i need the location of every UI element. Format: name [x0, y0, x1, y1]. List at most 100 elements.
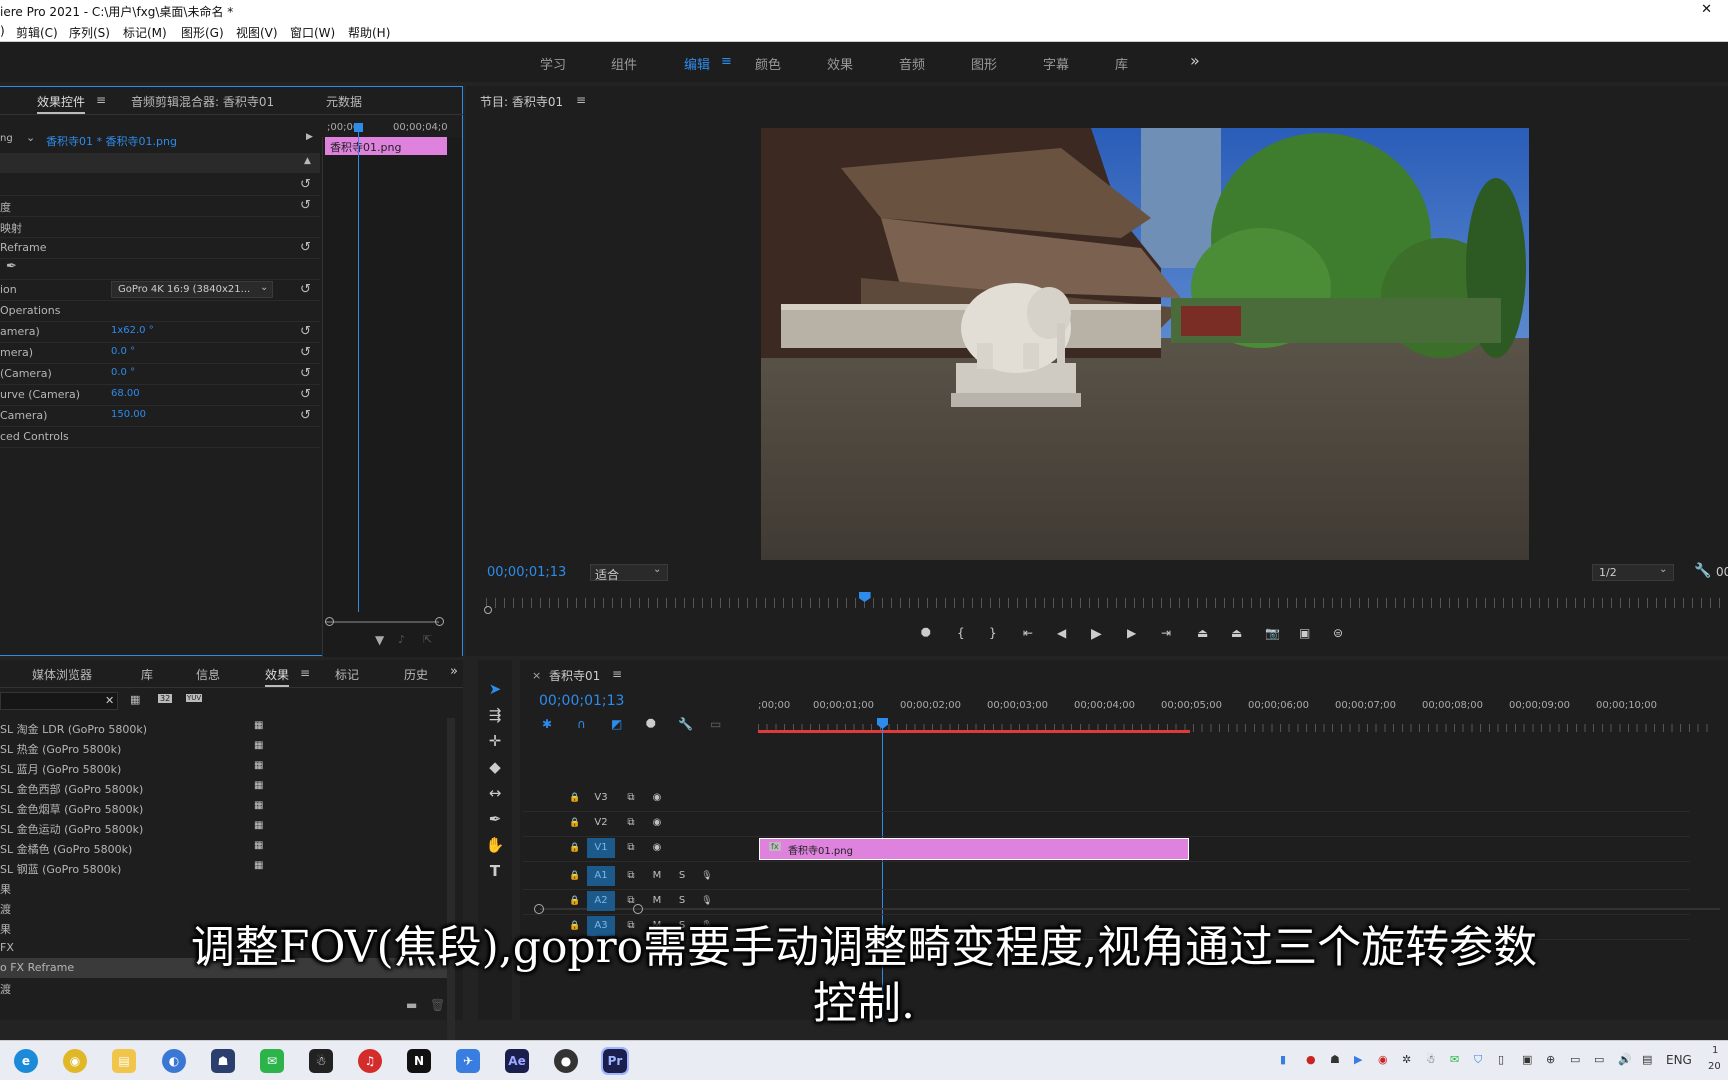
lock-icon[interactable]: 🔒 — [565, 866, 585, 886]
track-label[interactable]: V1 — [587, 838, 615, 858]
reset-icon[interactable]: ↺ — [300, 198, 311, 213]
snap-icon[interactable]: ∩ — [577, 717, 586, 731]
reset-icon[interactable]: ↺ — [300, 282, 311, 297]
fit-dropdown[interactable]: 适合 ⌄ — [590, 564, 668, 582]
camera-preset-dropdown[interactable]: GoPro 4K 16:9 (3840x21... ⌄ — [111, 281, 273, 298]
effect-property-row[interactable]: 度 ↺ — [0, 196, 320, 217]
captions-icon[interactable]: ▭ — [710, 717, 721, 731]
reset-icon[interactable]: ↺ — [300, 366, 311, 381]
tray-icon[interactable]: ▶ — [1354, 1053, 1362, 1066]
menu-view[interactable]: 视图(V) — [236, 24, 278, 41]
menu-help[interactable]: 帮助(H) — [348, 24, 390, 41]
type-tool-icon[interactable]: T — [484, 860, 506, 882]
timeline-timecode[interactable]: 00;00;01;13 — [539, 693, 624, 709]
reset-icon[interactable]: ↺ — [300, 324, 311, 339]
effects-list-item[interactable]: SL 金色烟草 (GoPro 5800k) ▦ — [0, 798, 450, 818]
nest-sequence-icon[interactable]: ✱ — [542, 717, 552, 731]
display-icon[interactable]: ▭ — [1570, 1053, 1580, 1066]
security-icon[interactable]: ⊕ — [1546, 1053, 1555, 1066]
mute-button[interactable]: M — [647, 891, 667, 911]
effects-list-item[interactable]: SL 热金 (GoPro 5800k) ▦ — [0, 738, 450, 758]
program-timecode[interactable]: 00;00;01;13 — [487, 565, 566, 580]
microphone-icon[interactable]: 🎙 — [697, 891, 717, 911]
effect-property-row[interactable]: Operations — [0, 301, 320, 322]
ec-zoom-handle-left[interactable] — [325, 617, 334, 626]
effect-property-row[interactable]: ✒ — [0, 259, 320, 280]
mark-out-icon[interactable]: } — [989, 626, 997, 640]
play-icon[interactable]: ▶ — [1091, 626, 1102, 642]
go-to-in-icon[interactable]: ⇤ — [1023, 626, 1033, 640]
workspace-learn[interactable]: 学习 — [540, 54, 566, 73]
chrome-icon[interactable]: ◉ — [63, 1049, 87, 1073]
workspace-color[interactable]: 颜色 — [755, 54, 781, 73]
audio-icon[interactable]: ♪ — [398, 633, 405, 646]
wrench-icon[interactable]: 🔧 — [1694, 563, 1711, 579]
tray-record-icon[interactable]: ● — [1306, 1053, 1316, 1066]
qq-icon[interactable]: ☃ — [309, 1049, 333, 1073]
eye-icon[interactable]: ◉ — [647, 788, 667, 808]
ec-zoom-scrollbar[interactable] — [325, 621, 439, 623]
effect-property-row[interactable]: amera) 1x62.0 ° ↺ — [0, 322, 320, 343]
workspace-graphics[interactable]: 图形 — [971, 54, 997, 73]
effects-list-item[interactable]: SL 蓝月 (GoPro 5800k) ▦ — [0, 758, 450, 778]
source-clip-path[interactable]: 香积寺01 * 香积寺01.png — [46, 133, 177, 149]
workspace-captions[interactable]: 字幕 — [1043, 54, 1069, 73]
eye-icon[interactable]: ◉ — [647, 838, 667, 858]
effects-list-item[interactable]: SL 金色运动 (GoPro 5800k) ▦ — [0, 818, 450, 838]
panel-menu-icon[interactable]: ≡ — [612, 667, 622, 681]
menu-edge[interactable]: ) — [0, 24, 5, 38]
property-value[interactable]: 0.0 ° — [111, 346, 135, 357]
property-value[interactable]: 68.00 — [111, 388, 140, 399]
close-icon[interactable]: ✕ — [1701, 2, 1712, 17]
chevron-down-icon[interactable]: ⌄ — [26, 131, 35, 144]
resolution-dropdown[interactable]: 1/2 ⌄ — [1592, 564, 1674, 581]
menu-clip[interactable]: 剪辑(C) — [16, 24, 58, 41]
linked-selection-icon[interactable]: ◩ — [611, 717, 622, 731]
reset-icon[interactable]: ↺ — [300, 408, 311, 423]
workspace-libraries[interactable]: 库 — [1115, 54, 1128, 73]
mute-button[interactable]: M — [647, 866, 667, 886]
menu-graphics[interactable]: 图形(G) — [181, 24, 224, 41]
tab-metadata[interactable]: 元数据 — [326, 93, 362, 110]
tray-icon[interactable]: ✉ — [1450, 1053, 1459, 1066]
after-effects-icon[interactable]: Ae — [505, 1049, 529, 1073]
property-value[interactable]: 1x62.0 ° — [111, 325, 154, 336]
menu-sequence[interactable]: 序列(S) — [69, 24, 110, 41]
notion-icon[interactable]: N — [407, 1049, 431, 1073]
lock-icon[interactable]: 🔒 — [565, 788, 585, 808]
tab-history[interactable]: 历史 — [404, 666, 428, 683]
more-workspaces-icon[interactable]: » — [1190, 51, 1200, 70]
filter-icon[interactable]: ▼ — [375, 633, 384, 647]
menu-window[interactable]: 窗口(W) — [290, 24, 335, 41]
close-sequence-icon[interactable]: × — [532, 669, 541, 682]
add-marker-icon[interactable]: ⯃ — [646, 717, 656, 732]
volume-icon[interactable]: 🔊 — [1618, 1053, 1632, 1066]
tray-icon[interactable]: ✲ — [1402, 1053, 1411, 1066]
export-frame-icon[interactable]: 📷 — [1265, 626, 1280, 640]
tab-markers[interactable]: 标记 — [335, 666, 359, 683]
solo-button[interactable]: S — [672, 891, 692, 911]
workspace-audio[interactable]: 音频 — [899, 54, 925, 73]
comparison-view-icon[interactable]: ▣ — [1299, 626, 1310, 640]
property-value[interactable]: 0.0 ° — [111, 367, 135, 378]
sync-lock-icon[interactable]: ⧉ — [621, 891, 641, 911]
tab-audio-clip-mixer[interactable]: 音频剪辑混合器: 香积寺01 — [131, 93, 274, 110]
effect-property-row[interactable]: urve (Camera) 68.00 ↺ — [0, 385, 320, 406]
tab-menu-icon[interactable]: ≡ — [96, 93, 106, 107]
cat-app-icon[interactable]: ☗ — [211, 1049, 235, 1073]
lift-icon[interactable]: ⏏ — [1197, 626, 1208, 640]
timeline-clip[interactable]: fx 香积寺01.png — [759, 838, 1189, 860]
sync-lock-icon[interactable]: ⧉ — [621, 813, 641, 833]
tray-icon[interactable]: ▣ — [1522, 1053, 1532, 1066]
monitor-zoom-handle[interactable] — [484, 606, 492, 614]
workspace-editing[interactable]: 编辑 — [684, 54, 710, 73]
effect-property-row[interactable]: Camera) 150.00 ↺ — [0, 406, 320, 427]
sync-lock-icon[interactable]: ⧉ — [621, 788, 641, 808]
effects-list-item[interactable]: SL 金色西部 (GoPro 5800k) ▦ — [0, 778, 450, 798]
ripple-edit-tool-icon[interactable]: ✛ — [484, 730, 506, 752]
track-select-tool-icon[interactable]: ⇶ — [484, 704, 506, 726]
tray-icon[interactable]: ☗ — [1330, 1053, 1340, 1066]
lock-icon[interactable]: 🔒 — [565, 891, 585, 911]
workspace-menu-icon[interactable]: ≡ — [721, 54, 732, 69]
tray-icon[interactable]: ☃ — [1426, 1053, 1436, 1066]
